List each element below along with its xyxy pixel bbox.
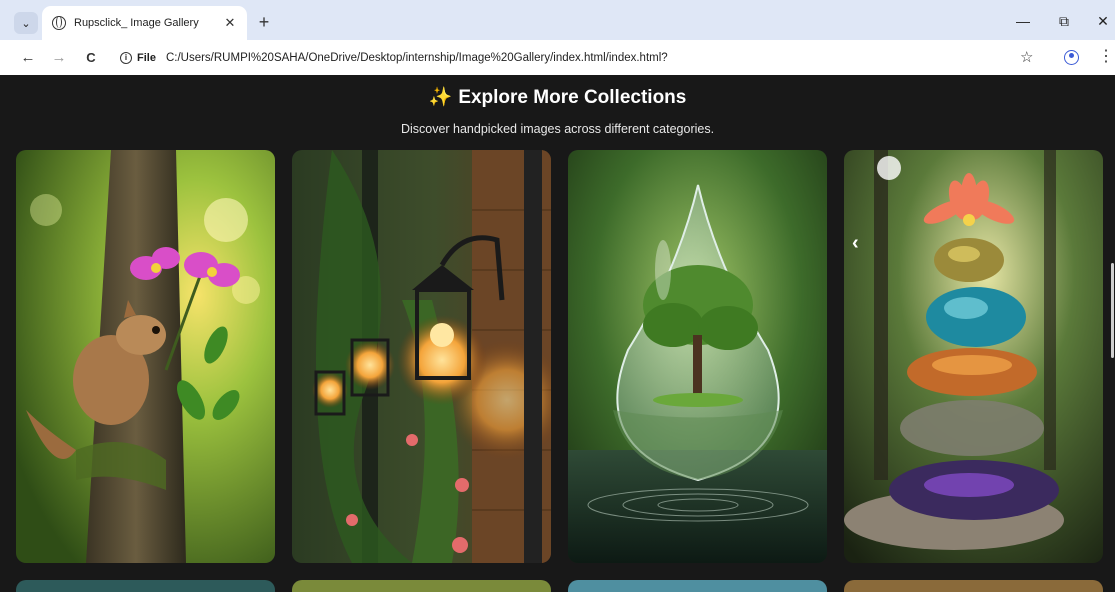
gallery-card-row2-2[interactable] <box>292 580 551 592</box>
gallery-card-lanterns[interactable] <box>292 150 551 563</box>
close-window-icon[interactable]: ✕ <box>1088 10 1115 32</box>
page-subtitle: Discover handpicked images across differ… <box>400 122 715 136</box>
water-drop-tree-image <box>568 150 827 563</box>
restore-icon[interactable]: ⧉ <box>1049 10 1079 32</box>
tab-search-chevron-icon[interactable]: ⌄ <box>14 12 38 34</box>
squirrel-orchid-image <box>16 150 275 563</box>
stacked-stones-image <box>844 150 1103 563</box>
lanterns-ivy-image <box>292 150 551 563</box>
site-chip-label: File <box>137 52 156 64</box>
forward-arrow-icon[interactable]: → <box>48 47 70 69</box>
gallery-card-stones[interactable] <box>844 150 1103 563</box>
profile-avatar-icon[interactable] <box>1064 50 1079 65</box>
bookmark-star-icon[interactable]: ☆ <box>1020 48 1033 66</box>
back-arrow-icon[interactable]: ← <box>17 47 39 69</box>
tab-strip: ⌄ Rupsclick_ Image Gallery ✕ + — ⧉ ✕ <box>0 0 1115 40</box>
info-icon: i <box>120 52 132 64</box>
new-tab-plus-icon[interactable]: + <box>253 12 275 34</box>
minimize-icon[interactable]: — <box>1008 10 1038 32</box>
gallery-card-row2-3[interactable] <box>568 580 827 592</box>
tab-title: Rupsclick_ Image Gallery <box>74 17 199 29</box>
address-bar[interactable]: i File C:/Users/RUMPI%20SAHA/OneDrive/De… <box>112 44 1052 72</box>
gallery-card-row2-1[interactable] <box>16 580 275 592</box>
gallery-page: ✨ Explore More Collections Discover handp… <box>0 75 1115 592</box>
tab-close-icon[interactable]: ✕ <box>219 15 241 31</box>
page-title-text: Explore More Collections <box>458 87 687 108</box>
gallery-card-squirrel[interactable] <box>16 150 275 563</box>
gallery-card-row2-4[interactable] <box>844 580 1103 592</box>
site-info-chip[interactable]: i File <box>120 52 156 64</box>
browser-toolbar: ← → C i File C:/Users/RUMPI%20SAHA/OneDr… <box>0 40 1115 75</box>
reload-icon[interactable]: C <box>80 47 102 69</box>
page-title: ✨ Explore More Collections <box>0 85 1115 109</box>
menu-kebab-icon[interactable]: ⋮ <box>1098 48 1114 66</box>
sparkle-icon: ✨ <box>428 87 453 108</box>
page-scrollbar[interactable] <box>1111 263 1114 358</box>
carousel-prev-chevron-icon[interactable]: ‹ <box>852 231 859 255</box>
globe-icon <box>52 16 66 30</box>
gallery-card-water-drop[interactable] <box>568 150 827 563</box>
tab-gallery[interactable]: Rupsclick_ Image Gallery ✕ <box>42 6 247 40</box>
url-text[interactable]: C:/Users/RUMPI%20SAHA/OneDrive/Desktop/i… <box>166 52 668 64</box>
